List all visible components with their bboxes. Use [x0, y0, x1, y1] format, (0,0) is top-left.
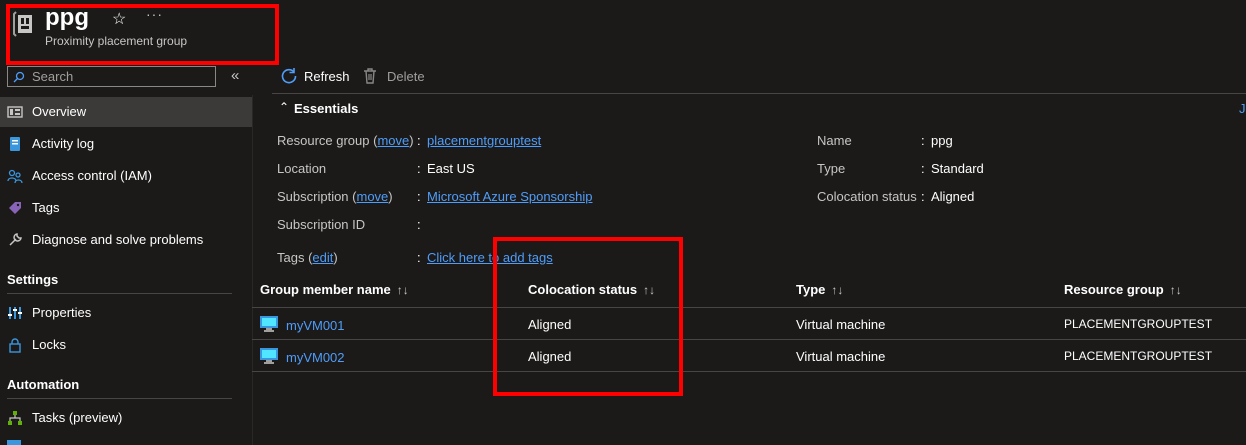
trash-icon — [364, 68, 376, 84]
highlight-box-colocation — [493, 237, 683, 396]
sidebar-item-label: Tasks (preview) — [32, 410, 123, 425]
resource-group-cell: PLACEMENTGROUPTEST — [1064, 317, 1213, 331]
edit-tags-link[interactable]: edit — [312, 250, 333, 265]
column-header-group-member-name[interactable]: Group member name ↑↓ — [260, 282, 409, 297]
toolbar-divider — [272, 93, 1246, 94]
vm-name-link[interactable]: myVM001 — [286, 318, 345, 333]
separator-colon: : — [921, 189, 925, 204]
type-cell: Virtual machine — [796, 317, 886, 332]
resource-group-cell: PLACEMENTGROUPTEST — [1064, 349, 1213, 363]
delete-button[interactable]: Delete — [362, 67, 428, 85]
refresh-icon — [281, 68, 297, 84]
table-row-divider — [252, 339, 1246, 340]
essentials-label-colocation-status: Colocation status — [817, 189, 917, 204]
essentials-label-location: Location — [277, 161, 327, 176]
sidebar-item-label: Properties — [32, 305, 92, 320]
virtual-machine-icon — [260, 316, 278, 332]
sidebar-divider — [7, 398, 232, 399]
sidebar-divider — [7, 293, 232, 294]
search-icon — [13, 71, 25, 83]
iam-icon — [7, 169, 23, 184]
sidebar-item-locks[interactable]: Locks — [0, 330, 252, 360]
essentials-label-name: Name — [817, 133, 852, 148]
table-row-divider — [252, 371, 1246, 372]
column-header-resource-group[interactable]: Resource group ↑↓ — [1064, 282, 1182, 297]
properties-icon — [8, 307, 22, 319]
delete-label: Delete — [387, 69, 425, 84]
move-resource-group-link[interactable]: move — [377, 133, 409, 148]
sort-icon[interactable]: ↑↓ — [831, 283, 843, 297]
sidebar-item-label: Activity log — [32, 136, 95, 151]
lock-icon — [9, 338, 21, 353]
tasks-icon — [8, 411, 22, 425]
sidebar-item-diagnose[interactable]: Diagnose and solve problems — [0, 225, 252, 255]
separator-colon: : — [417, 250, 421, 265]
separator-colon: : — [417, 133, 421, 148]
chevron-up-icon[interactable]: ⌃ — [279, 100, 289, 114]
settings-heading: Settings — [7, 272, 59, 287]
sidebar-item-tasks[interactable]: Tasks (preview) — [0, 403, 252, 433]
essentials-label-tags: Tags (edit) — [277, 250, 338, 265]
json-view-link[interactable]: J — [1239, 101, 1246, 116]
separator-colon: : — [921, 133, 925, 148]
sidebar-separator — [252, 95, 253, 445]
search-placeholder: Search — [32, 69, 74, 84]
essentials-label-resource-group: Resource group (move) — [277, 133, 414, 148]
colocation-status-value: Aligned — [931, 189, 975, 204]
sidebar-item-label: Overview — [32, 104, 87, 119]
subscription-link[interactable]: Microsoft Azure Sponsorship — [427, 189, 592, 204]
separator-colon: : — [417, 217, 421, 232]
separator-colon: : — [921, 161, 925, 176]
automation-heading: Automation — [7, 377, 80, 392]
type-cell: Virtual machine — [796, 349, 886, 364]
sidebar-item-activity-log[interactable]: Activity log — [0, 129, 252, 159]
essentials-label-type: Type — [817, 161, 846, 176]
sidebar-item-label: Diagnose and solve problems — [32, 232, 204, 247]
activity-log-icon — [10, 137, 20, 151]
collapse-sidebar-button[interactable]: « — [231, 67, 239, 84]
sidebar-item-label: Access control (IAM) — [32, 168, 152, 183]
sidebar-item-overview[interactable]: Overview — [0, 97, 252, 127]
essentials-label-subscription-id: Subscription ID — [277, 217, 366, 232]
separator-colon: : — [417, 161, 421, 176]
wrench-icon — [9, 233, 22, 246]
virtual-machine-icon — [260, 348, 278, 364]
tag-icon — [9, 202, 21, 214]
name-value: ppg — [931, 133, 953, 148]
essentials-toggle[interactable]: Essentials — [294, 101, 358, 116]
sidebar-item-access-control[interactable]: Access control (IAM) — [0, 161, 252, 191]
refresh-button[interactable]: Refresh — [280, 67, 350, 85]
vm-name-link[interactable]: myVM002 — [286, 350, 345, 365]
search-input[interactable]: Search — [7, 66, 216, 87]
sidebar-item-properties[interactable]: Properties — [0, 298, 252, 328]
sidebar-item-partial-icon — [7, 440, 21, 445]
highlight-box-title — [6, 4, 279, 65]
resource-group-link[interactable]: placementgrouptest — [427, 133, 541, 148]
separator-colon: : — [417, 189, 421, 204]
essentials-label-subscription: Subscription (move) — [277, 189, 393, 204]
column-header-type[interactable]: Type ↑↓ — [796, 282, 843, 297]
table-header-divider — [252, 307, 1246, 308]
move-subscription-link[interactable]: move — [357, 189, 389, 204]
sidebar-item-label: Tags — [32, 200, 60, 215]
sort-icon[interactable]: ↑↓ — [1170, 283, 1182, 297]
overview-icon — [7, 106, 23, 118]
location-value: East US — [427, 161, 475, 176]
sidebar-item-tags[interactable]: Tags — [0, 193, 252, 223]
sidebar-item-label: Locks — [32, 337, 66, 352]
type-value: Standard — [931, 161, 984, 176]
refresh-label: Refresh — [304, 69, 350, 84]
sort-icon[interactable]: ↑↓ — [397, 283, 409, 297]
